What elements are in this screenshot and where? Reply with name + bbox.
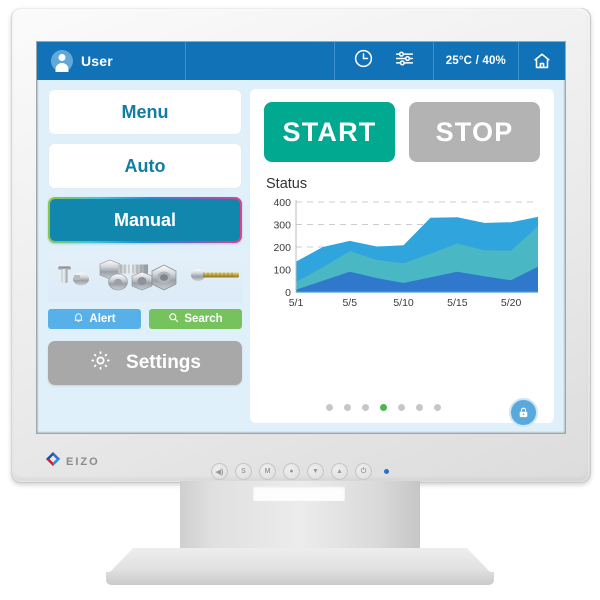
search-label: Search xyxy=(184,313,223,325)
header-icon-group xyxy=(335,42,434,80)
chart-x-tick-label: 5/10 xyxy=(393,297,414,309)
header-spacer xyxy=(186,42,335,80)
sidebar-item-auto[interactable]: Auto xyxy=(48,143,242,189)
chart-x-tick-label: 5/15 xyxy=(447,297,468,309)
stand-handle-slot xyxy=(253,486,345,501)
pagination-dot[interactable] xyxy=(326,404,333,411)
up-button[interactable]: ▲ xyxy=(331,463,348,480)
alert-button[interactable]: Alert xyxy=(48,309,141,329)
status-area-chart: 0 100 200 300 400 5/1 5/5 5/10 5/15 5/20 xyxy=(262,196,544,314)
sliders-icon[interactable] xyxy=(394,48,415,74)
user-menu[interactable]: User xyxy=(37,42,186,80)
bell-icon xyxy=(73,312,84,326)
chart-x-tick-label: 5/20 xyxy=(501,297,522,309)
action-row: START STOP xyxy=(250,89,554,162)
sidebar-item-label: Auto xyxy=(124,155,166,176)
screenshot-root: User 25°C / 40% Menu Auto Manual Alert S… xyxy=(0,0,600,600)
sidebar-item-label: Menu xyxy=(121,101,169,122)
lock-button[interactable] xyxy=(509,398,538,427)
search-button[interactable]: Search xyxy=(149,309,242,329)
header-bar: User 25°C / 40% xyxy=(37,42,565,80)
pagination-dot[interactable] xyxy=(416,404,423,411)
chart-x-tick-label: 5/1 xyxy=(289,297,304,309)
stop-button[interactable]: STOP xyxy=(409,102,540,162)
clock-icon[interactable] xyxy=(353,48,374,74)
pagination-dot[interactable] xyxy=(362,404,369,411)
chart-y-tick-label: 300 xyxy=(273,220,291,232)
chart-canvas: 01002003004005/1 5/5 5/10 5/15 5/20 xyxy=(273,197,538,309)
menu-button[interactable]: M xyxy=(259,463,276,480)
environment-readout: 25°C / 40% xyxy=(434,42,519,80)
brand-logo: EIZO xyxy=(45,451,100,472)
sidebar-item-manual[interactable]: Manual xyxy=(48,197,242,243)
sidebar: Menu Auto Manual Alert Search Settings xyxy=(48,89,242,423)
chart-y-tick-label: 400 xyxy=(273,197,291,209)
settings-button[interactable]: Settings xyxy=(48,341,242,385)
down-button[interactable]: ▼ xyxy=(307,463,324,480)
brand-name: EIZO xyxy=(66,455,100,468)
chart-y-tick-label: 200 xyxy=(273,242,291,254)
enter-button[interactable]: ● xyxy=(283,463,300,480)
monitor-control-buttons: ◀) S M ● ▼ ▲ ⏻ xyxy=(211,463,389,480)
chip-row: Alert Search xyxy=(48,309,242,329)
pagination-dot-active[interactable] xyxy=(380,404,387,411)
avatar-icon xyxy=(51,50,73,72)
home-button[interactable] xyxy=(519,42,565,80)
alert-label: Alert xyxy=(89,313,116,325)
pagination-dot[interactable] xyxy=(434,404,441,411)
volume-button[interactable]: ◀) xyxy=(211,463,228,480)
user-label: User xyxy=(81,53,113,69)
parts-photo xyxy=(48,251,242,303)
screen-body: Menu Auto Manual Alert Search Settings S… xyxy=(37,80,565,433)
status-label: Status xyxy=(266,176,308,192)
search-icon xyxy=(168,312,179,326)
power-button[interactable]: ⏻ xyxy=(355,463,372,480)
pagination-dots[interactable] xyxy=(326,404,441,411)
main-panel: START STOP Status 0 100 200 300 400 5/1 5/5 5/1… xyxy=(250,89,554,427)
signal-button[interactable]: S xyxy=(235,463,252,480)
gear-icon xyxy=(89,349,112,378)
chart-x-tick-label: 5/5 xyxy=(342,297,357,309)
sidebar-item-menu[interactable]: Menu xyxy=(48,89,242,135)
pagination-dot[interactable] xyxy=(398,404,405,411)
screen: User 25°C / 40% Menu Auto Manual Alert S… xyxy=(36,41,566,434)
monitor-stand-base-front xyxy=(106,572,494,585)
eizo-logo-icon xyxy=(45,451,61,472)
chart-y-tick-label: 100 xyxy=(273,265,291,277)
pagination-dot[interactable] xyxy=(344,404,351,411)
sidebar-item-label: Manual xyxy=(113,209,176,230)
power-led xyxy=(384,469,389,474)
settings-label: Settings xyxy=(126,352,201,373)
start-button[interactable]: START xyxy=(264,102,395,162)
